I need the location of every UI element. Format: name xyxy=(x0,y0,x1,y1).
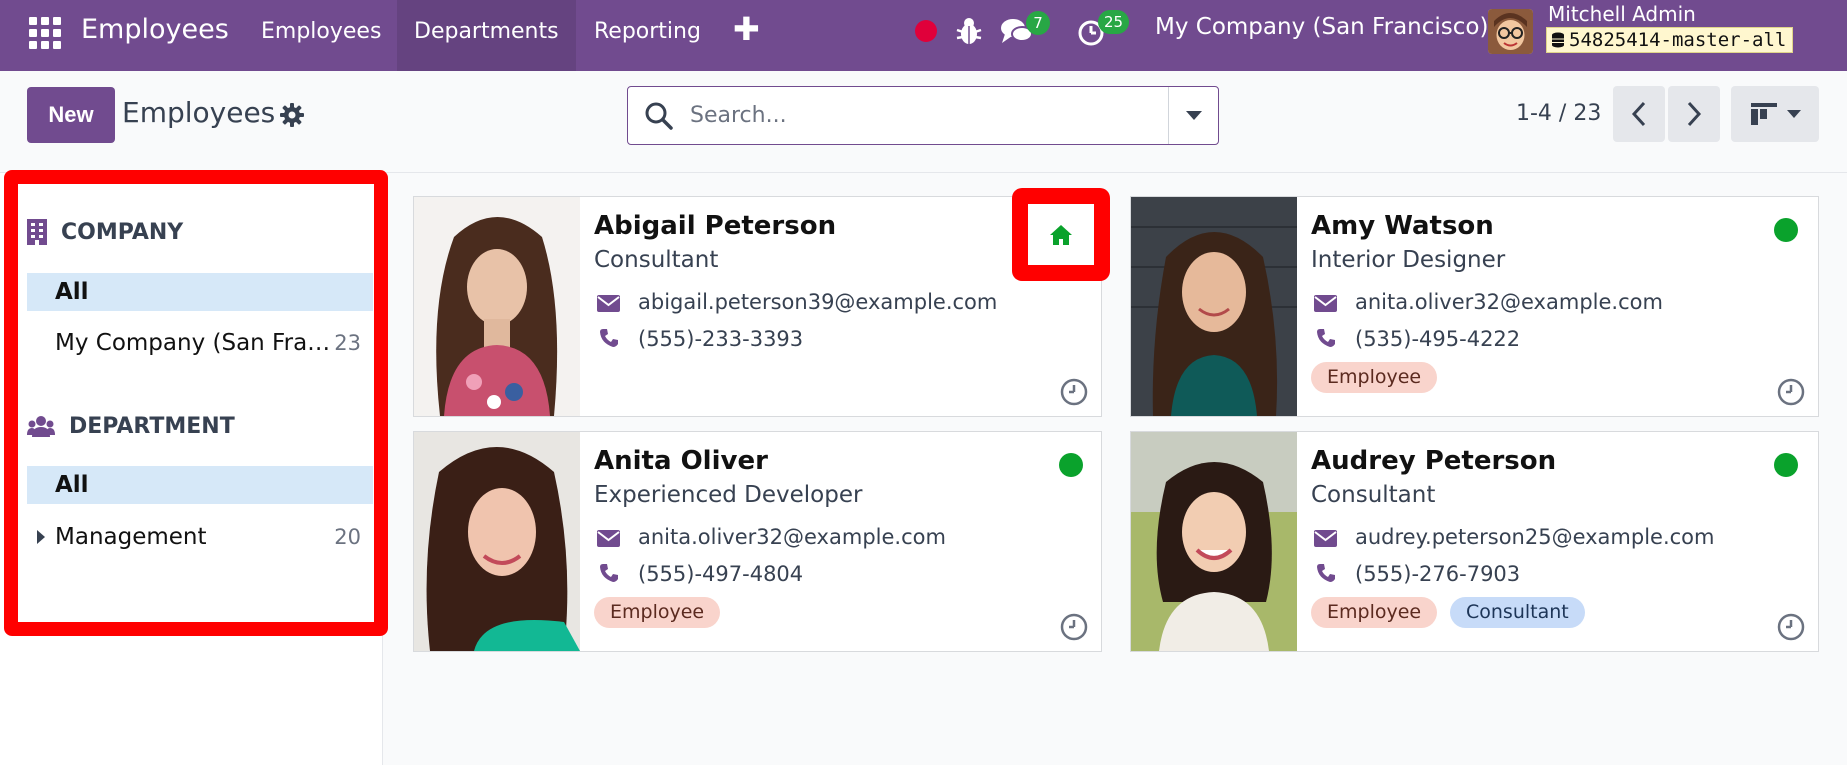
nav-departments[interactable]: Departments xyxy=(397,0,576,71)
pager-value[interactable]: 1-4 / 23 xyxy=(1516,101,1601,126)
tag-employee: Employee xyxy=(1311,362,1438,393)
employee-card[interactable]: Anita Oliver Experienced Developer anita… xyxy=(413,431,1102,652)
online-status-indicator xyxy=(1059,453,1083,477)
tag-employee: Employee xyxy=(1311,597,1438,628)
tag-consultant: Consultant xyxy=(1450,597,1585,628)
activity-clock-icon[interactable] xyxy=(1777,613,1805,641)
page-title: Employees xyxy=(122,96,276,129)
employee-job: Interior Designer xyxy=(1311,247,1506,273)
database-badge: 54825414-master-all xyxy=(1546,27,1794,53)
employee-phone[interactable]: (555)-276-7903 xyxy=(1355,562,1520,586)
pager-next-button[interactable] xyxy=(1668,86,1720,142)
work-from-home-indicator[interactable] xyxy=(1012,188,1110,281)
employee-photo xyxy=(414,432,580,651)
database-icon xyxy=(1552,32,1564,48)
kanban-view-icon xyxy=(1751,103,1777,125)
view-dropdown-caret-icon xyxy=(1787,110,1801,118)
view-switcher-button[interactable] xyxy=(1731,86,1819,142)
search-input[interactable] xyxy=(690,95,1130,135)
employee-photo xyxy=(414,197,580,416)
database-name: 54825414-master-all xyxy=(1569,29,1787,51)
top-navbar: Employees Employees Departments Reportin… xyxy=(0,0,1847,71)
bug-icon[interactable] xyxy=(955,16,983,46)
user-name[interactable]: Mitchell Admin xyxy=(1548,2,1696,26)
employee-name: Abigail Peterson xyxy=(594,211,837,241)
activity-count-badge: 25 xyxy=(1098,10,1130,34)
employee-name: Anita Oliver xyxy=(594,446,768,476)
employee-phone[interactable]: (555)-497-4804 xyxy=(638,562,803,586)
envelope-icon xyxy=(597,295,620,312)
phone-icon xyxy=(1317,564,1335,582)
record-icon[interactable] xyxy=(915,20,937,42)
chevron-left-icon xyxy=(1631,101,1646,127)
user-avatar[interactable] xyxy=(1488,9,1533,54)
search-bar xyxy=(627,86,1219,145)
envelope-icon xyxy=(597,530,620,547)
home-icon xyxy=(1050,224,1072,245)
plus-icon[interactable]: ✚ xyxy=(733,10,760,48)
employee-job: Experienced Developer xyxy=(594,482,863,508)
phone-icon xyxy=(600,329,618,347)
employee-email[interactable]: anita.oliver32@example.com xyxy=(1355,290,1663,314)
gear-icon[interactable] xyxy=(280,103,304,127)
envelope-icon xyxy=(1314,295,1337,312)
employee-email[interactable]: abigail.peterson39@example.com xyxy=(638,290,997,314)
search-icon xyxy=(645,102,673,130)
tag-employee: Employee xyxy=(594,597,721,628)
employee-photo xyxy=(1131,197,1297,416)
new-button[interactable]: New xyxy=(27,87,115,143)
phone-icon xyxy=(1317,329,1335,347)
phone-icon xyxy=(600,564,618,582)
activity-clock-icon[interactable] xyxy=(1060,613,1088,641)
employee-card[interactable]: Abigail Peterson Consultant abigail.pete… xyxy=(413,196,1102,417)
sidebar-highlight-box xyxy=(4,170,388,636)
nav-reporting[interactable]: Reporting xyxy=(577,0,718,71)
employee-photo xyxy=(1131,432,1297,651)
pager-previous-button[interactable] xyxy=(1613,86,1665,142)
chevron-right-icon xyxy=(1687,101,1702,127)
employee-email[interactable]: audrey.peterson25@example.com xyxy=(1355,525,1714,549)
employee-name: Amy Watson xyxy=(1311,211,1494,241)
activity-clock-icon[interactable] xyxy=(1060,378,1088,406)
employee-job: Consultant xyxy=(594,247,719,273)
activity-clock-icon[interactable] xyxy=(1777,378,1805,406)
app-title[interactable]: Employees xyxy=(81,14,229,45)
employee-phone[interactable]: (555)-233-3393 xyxy=(638,327,803,351)
search-divider xyxy=(1168,87,1169,144)
nav-employees[interactable]: Employees xyxy=(244,0,398,71)
app-grid-icon[interactable] xyxy=(29,17,61,49)
search-options-caret-icon[interactable] xyxy=(1186,111,1202,120)
employee-job: Consultant xyxy=(1311,482,1436,508)
employee-card[interactable]: Audrey Peterson Consultant audrey.peters… xyxy=(1130,431,1819,652)
employee-card[interactable]: Amy Watson Interior Designer anita.olive… xyxy=(1130,196,1819,417)
employee-name: Audrey Peterson xyxy=(1311,446,1557,476)
employee-email[interactable]: anita.oliver32@example.com xyxy=(638,525,946,549)
online-status-indicator xyxy=(1774,453,1798,477)
online-status-indicator xyxy=(1774,218,1798,242)
envelope-icon xyxy=(1314,530,1337,547)
company-switcher[interactable]: My Company (San Francisco) xyxy=(1155,14,1488,40)
employee-phone[interactable]: (535)-495-4222 xyxy=(1355,327,1520,351)
chat-count-badge: 7 xyxy=(1026,11,1050,35)
